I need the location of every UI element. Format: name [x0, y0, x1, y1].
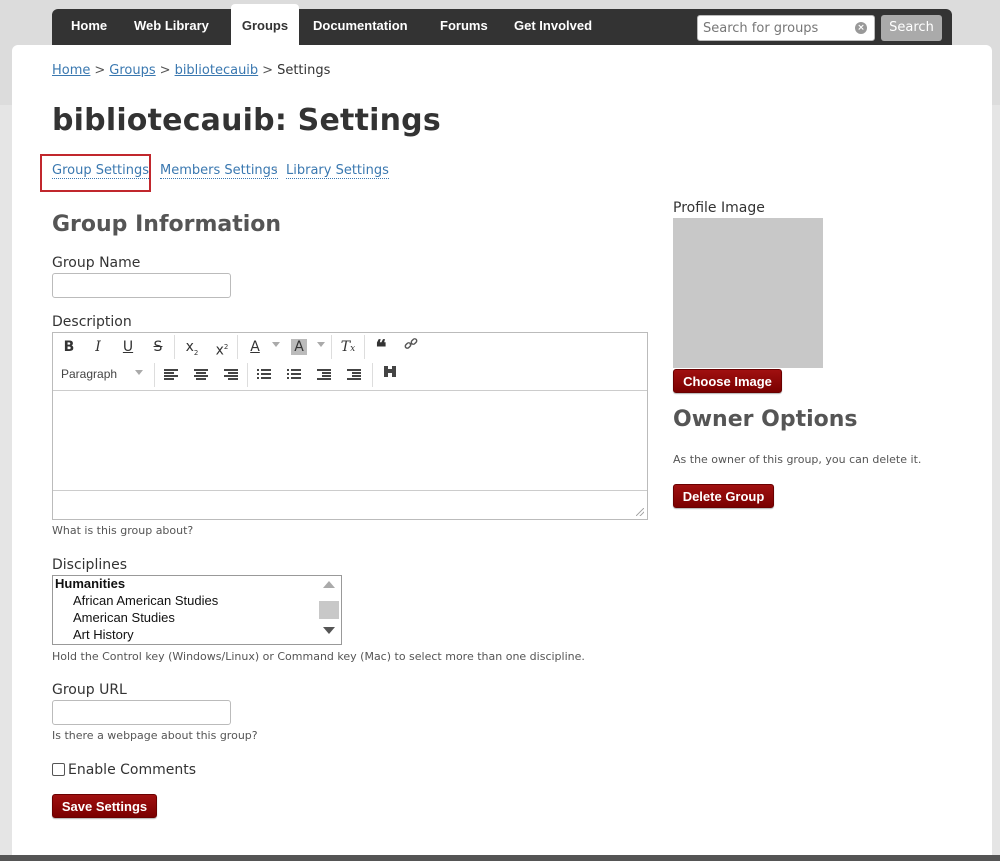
scroll-up-icon[interactable] — [323, 581, 335, 588]
group-name-input[interactable] — [52, 273, 231, 298]
profile-image-label: Profile Image — [673, 200, 765, 216]
disciplines-group-humanities: Humanities — [55, 576, 126, 591]
tab-members-settings-label: Members Settings — [160, 163, 278, 179]
toolbar-divider — [372, 363, 373, 387]
description-textarea[interactable] — [53, 390, 647, 491]
text-color-icon[interactable]: A — [244, 337, 266, 357]
scroll-down-icon[interactable] — [323, 627, 335, 634]
strikethrough-icon[interactable]: S — [147, 337, 169, 357]
background-color-icon[interactable]: A — [291, 339, 307, 355]
delete-group-button[interactable]: Delete Group — [673, 484, 774, 508]
breadcrumb-separator: > — [262, 63, 274, 78]
breadcrumb-group[interactable]: bibliotecauib — [175, 63, 259, 78]
editor-toolbar-row-2: Paragraph — [53, 361, 647, 389]
resize-handle-icon[interactable] — [636, 508, 644, 516]
breadcrumb-groups[interactable]: Groups — [109, 63, 155, 78]
bold-icon[interactable]: B — [58, 337, 80, 357]
clear-formatting-icon[interactable]: Tx — [337, 337, 359, 357]
subscript-icon[interactable]: x2 — [181, 337, 203, 357]
page-title: bibliotecauib: Settings — [52, 103, 441, 138]
breadcrumb: Home > Groups > bibliotecauib > Settings — [52, 63, 330, 78]
align-right-icon[interactable] — [224, 369, 238, 380]
link-icon[interactable] — [400, 337, 422, 357]
background-color-caret-icon[interactable] — [317, 342, 325, 347]
scroll-thumb[interactable] — [319, 601, 339, 619]
choose-image-button[interactable]: Choose Image — [673, 369, 782, 393]
disciplines-label: Disciplines — [52, 557, 127, 573]
group-information-heading: Group Information — [52, 212, 282, 237]
enable-comments-label[interactable]: Enable Comments — [68, 762, 196, 778]
discipline-option[interactable]: African American Studies — [73, 593, 218, 608]
group-url-input[interactable] — [52, 700, 231, 725]
tab-library-settings[interactable]: Library Settings — [286, 163, 389, 179]
breadcrumb-separator: > — [159, 63, 171, 78]
owner-options-heading: Owner Options — [673, 407, 858, 432]
description-help: What is this group about? — [52, 524, 194, 537]
description-label: Description — [52, 314, 132, 330]
tab-group-settings[interactable]: Group Settings — [52, 163, 150, 179]
tab-separator: · — [274, 163, 279, 178]
save-settings-button[interactable]: Save Settings — [52, 794, 157, 818]
bullet-list-icon[interactable] — [257, 369, 271, 380]
editor-toolbar-row-1: B I U S x2 x2 A A Tx ❝ — [53, 333, 647, 361]
toolbar-divider — [364, 335, 365, 359]
breadcrumb-home[interactable]: Home — [52, 63, 90, 78]
disciplines-select[interactable]: Humanities African American Studies Amer… — [52, 575, 342, 645]
discipline-option[interactable]: Art History — [73, 627, 134, 642]
enable-comments-checkbox[interactable] — [52, 763, 65, 776]
breadcrumb-current: Settings — [277, 63, 331, 78]
underline-icon[interactable]: U — [117, 337, 139, 357]
description-editor: B I U S x2 x2 A A Tx ❝ Paragraph — [52, 332, 648, 520]
align-left-icon[interactable] — [164, 369, 178, 380]
discipline-option[interactable]: American Studies — [73, 610, 175, 625]
format-select[interactable]: Paragraph — [61, 367, 117, 381]
format-select-caret-icon[interactable] — [135, 370, 143, 375]
toolbar-divider — [154, 363, 155, 387]
italic-icon[interactable]: I — [87, 337, 109, 357]
owner-options-text: As the owner of this group, you can dele… — [673, 453, 922, 466]
toolbar-divider — [237, 335, 238, 359]
toolbar-divider — [331, 335, 332, 359]
numbered-list-icon[interactable] — [287, 369, 301, 380]
outdent-icon[interactable] — [317, 369, 331, 380]
text-color-caret-icon[interactable] — [272, 342, 280, 347]
disciplines-scrollbar[interactable] — [317, 576, 341, 644]
blockquote-icon[interactable]: ❝ — [370, 337, 392, 357]
toolbar-divider — [247, 363, 248, 387]
profile-image — [673, 218, 823, 368]
find-replace-icon[interactable] — [379, 365, 401, 385]
align-center-icon[interactable] — [194, 369, 208, 380]
group-url-label: Group URL — [52, 682, 127, 698]
breadcrumb-separator: > — [94, 63, 106, 78]
tab-members-settings[interactable]: Members Settings — [160, 163, 278, 179]
superscript-icon[interactable]: x2 — [211, 337, 233, 359]
group-name-label: Group Name — [52, 255, 141, 271]
toolbar-divider — [174, 335, 175, 359]
group-url-help: Is there a webpage about this group? — [52, 729, 258, 742]
tab-library-settings-label: Library Settings — [286, 163, 389, 179]
disciplines-help: Hold the Control key (Windows/Linux) or … — [52, 650, 585, 663]
indent-icon[interactable] — [347, 369, 361, 380]
tab-group-settings-label: Group Settings — [52, 163, 150, 179]
